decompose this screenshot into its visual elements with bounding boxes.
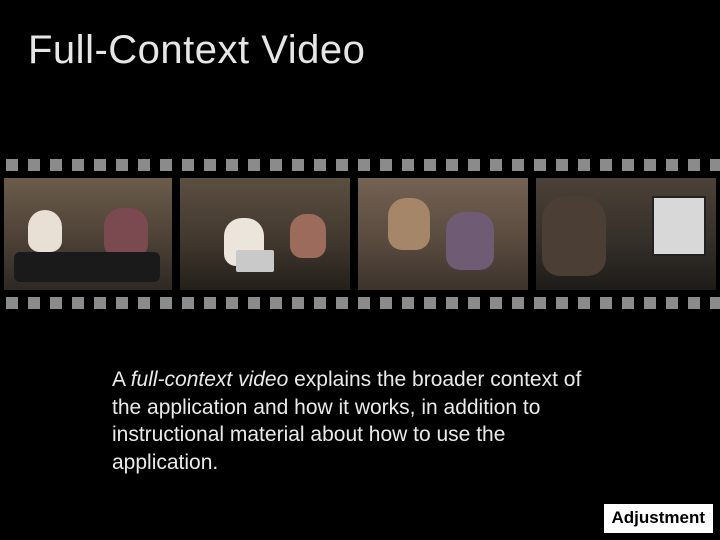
body-em: full-context video — [131, 368, 289, 391]
slide: Full-Context Video A full-context video … — [0, 0, 720, 540]
filmstrip-frame-1 — [4, 178, 172, 290]
filmstrip-frame-4 — [536, 178, 716, 290]
corner-label: Adjustment — [603, 503, 715, 534]
body-prefix: A — [112, 368, 131, 391]
filmstrip-frame-2 — [180, 178, 350, 290]
filmstrip-sprockets-bottom — [0, 293, 720, 313]
filmstrip-frame-3 — [358, 178, 528, 290]
filmstrip — [0, 155, 720, 313]
filmstrip-frames — [0, 175, 720, 293]
slide-body: A full-context video explains the broade… — [112, 366, 610, 477]
slide-title: Full-Context Video — [28, 28, 365, 73]
filmstrip-sprockets-top — [0, 155, 720, 175]
